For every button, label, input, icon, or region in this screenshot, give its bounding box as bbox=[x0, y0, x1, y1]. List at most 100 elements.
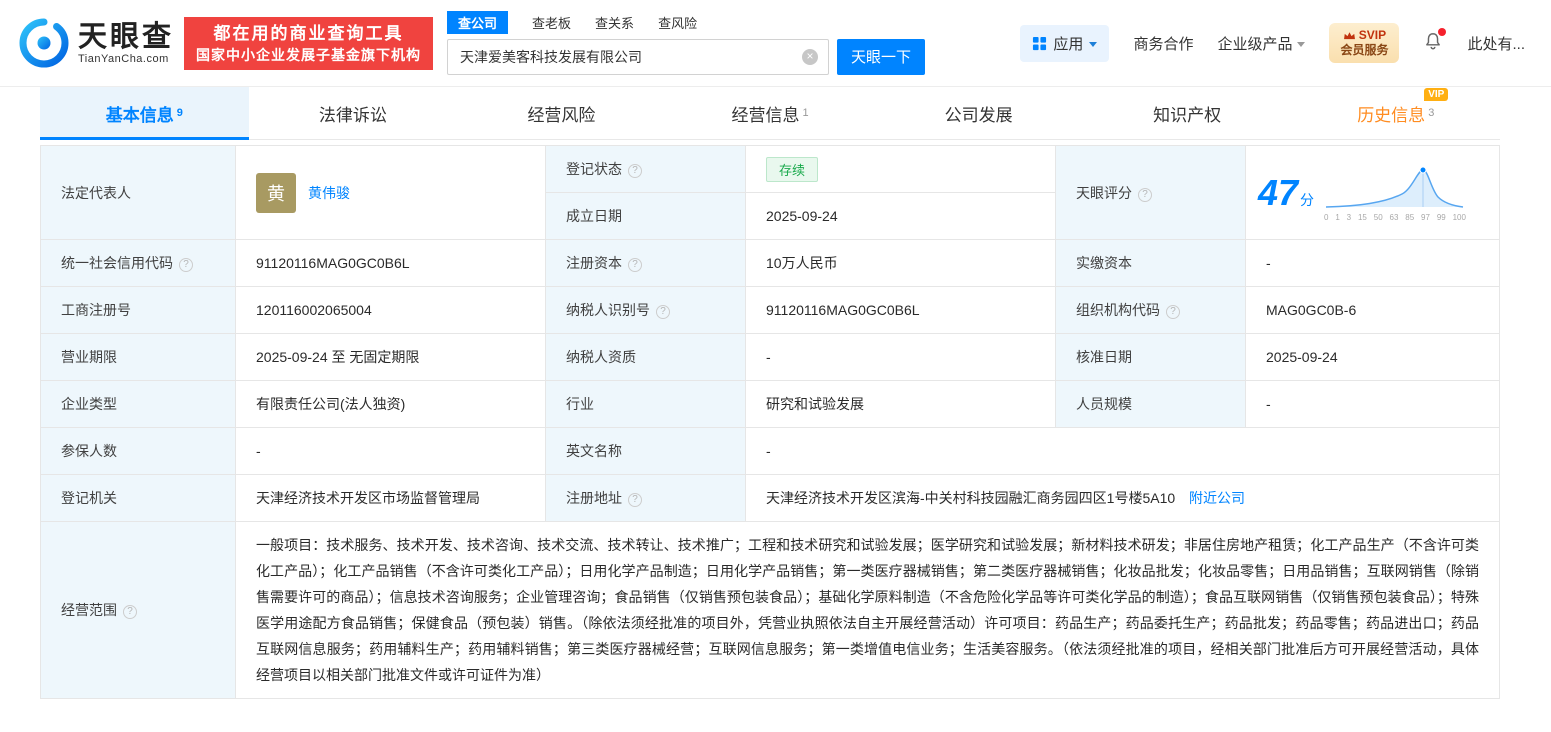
search-row: × 天眼一下 bbox=[447, 38, 926, 75]
user-menu[interactable]: 此处有... bbox=[1467, 33, 1525, 54]
business-cooperation-link[interactable]: 商务合作 bbox=[1133, 33, 1193, 54]
help-icon[interactable] bbox=[628, 258, 642, 272]
field-label: 参保人数 bbox=[61, 443, 117, 459]
field-label: 核准日期 bbox=[1076, 349, 1132, 365]
score-axis-tick: 50 bbox=[1373, 213, 1383, 222]
tab-company-development[interactable]: 公司发展 bbox=[874, 87, 1083, 139]
legal-rep-avatar[interactable]: 黄 bbox=[256, 172, 296, 213]
score-value: 47 bbox=[1258, 171, 1299, 213]
field-label: 组织机构代码 bbox=[1076, 302, 1160, 318]
value-english-name: - bbox=[745, 427, 1500, 475]
field-label: 营业期限 bbox=[61, 349, 117, 365]
apps-menu-label: 应用 bbox=[1053, 35, 1084, 53]
label-insured-count: 参保人数 bbox=[40, 427, 236, 475]
field-label: 法定代表人 bbox=[61, 184, 131, 201]
vip-badge: VIP bbox=[1424, 87, 1449, 101]
field-label: 行业 bbox=[566, 396, 594, 412]
help-icon[interactable] bbox=[1166, 305, 1180, 319]
score-chart: 0 1 3 15 50 63 85 97 99 100 bbox=[1324, 163, 1466, 222]
help-icon[interactable] bbox=[628, 164, 642, 178]
field-label: 纳税人资质 bbox=[566, 349, 636, 365]
help-icon[interactable] bbox=[628, 493, 642, 507]
tab-legal-proceedings[interactable]: 法律诉讼 bbox=[249, 87, 458, 139]
score-number: 47 分 bbox=[1258, 172, 1314, 214]
top-header: 天眼查 TianYanCha.com 都在用的商业查询工具 国家中小企业发展子基… bbox=[0, 0, 1551, 87]
enterprise-products-menu[interactable]: 企业级产品 bbox=[1217, 33, 1306, 54]
score-axis: 0 1 3 15 50 63 85 97 99 100 bbox=[1324, 213, 1466, 222]
notification-bell-icon[interactable] bbox=[1423, 27, 1447, 56]
label-industry: 行业 bbox=[545, 380, 746, 428]
basic-info-section: 法定代表人 黄 黄伟骏 登记状态 存续 天眼评分 47分 bbox=[0, 145, 1551, 699]
value-paid-capital: - bbox=[1245, 239, 1500, 287]
tab-basic-info[interactable]: 基本信息 9 bbox=[40, 87, 249, 140]
label-reg-capital: 注册资本 bbox=[545, 239, 746, 287]
value-legal-rep: 黄 黄伟骏 bbox=[235, 145, 546, 240]
search-box: × bbox=[447, 38, 830, 75]
search-tab-boss[interactable]: 查老板 bbox=[532, 13, 571, 32]
tab-operating-info[interactable]: 经营信息 1 bbox=[666, 87, 875, 139]
business-scope-text: 一般项目：技术服务、技术开发、技术咨询、技术交流、技术转让、技术推广；工程和技术… bbox=[256, 537, 1479, 683]
tab-count: 1 bbox=[802, 106, 809, 119]
field-label: 企业类型 bbox=[61, 396, 117, 412]
value-industry: 研究和试验发展 bbox=[745, 380, 1056, 428]
label-english-name: 英文名称 bbox=[545, 427, 746, 475]
chevron-down-icon bbox=[1297, 41, 1306, 47]
field-label: 注册资本 bbox=[566, 255, 622, 271]
value-approval-date: 2025-09-24 bbox=[1245, 333, 1500, 381]
search-input[interactable] bbox=[448, 48, 803, 65]
score-axis-tick: 63 bbox=[1389, 213, 1399, 222]
clear-icon[interactable]: × bbox=[802, 48, 819, 65]
score-axis-tick: 1 bbox=[1335, 213, 1340, 222]
field-label: 登记状态 bbox=[566, 161, 622, 177]
tianyancha-logo[interactable]: 天眼查 TianYanCha.com bbox=[18, 17, 174, 69]
label-org-code: 组织机构代码 bbox=[1055, 286, 1246, 334]
value-business-term: 2025-09-24 至 无固定期限 bbox=[235, 333, 546, 381]
score-axis-tick: 85 bbox=[1405, 213, 1415, 222]
tab-history-info[interactable]: 历史信息 3 VIP bbox=[1291, 87, 1500, 139]
search-area: 查公司 查老板 查关系 查风险 × 天眼一下 bbox=[447, 11, 926, 75]
nearby-companies-link[interactable]: 附近公司 bbox=[1189, 490, 1245, 506]
field-label: 纳税人识别号 bbox=[566, 302, 650, 318]
svip-sublabel: 会员服务 bbox=[1340, 43, 1389, 57]
apps-grid-icon bbox=[1033, 36, 1047, 50]
label-business-scope: 经营范围 bbox=[40, 521, 236, 699]
help-icon[interactable] bbox=[1138, 187, 1152, 202]
search-button[interactable]: 天眼一下 bbox=[837, 38, 926, 75]
svip-membership-badge[interactable]: SVIP 会员服务 bbox=[1329, 23, 1400, 63]
search-tabs: 查公司 查老板 查关系 查风险 bbox=[447, 11, 925, 34]
address-text: 天津经济技术开发区滨海-中关村科技园融汇商务园四区1号楼5A10 bbox=[766, 490, 1176, 506]
value-taxpayer-quality: - bbox=[745, 333, 1056, 381]
field-label: 统一社会信用代码 bbox=[61, 255, 173, 271]
tab-label: 知识产权 bbox=[1153, 105, 1222, 125]
tab-intellectual-property[interactable]: 知识产权 bbox=[1083, 87, 1292, 139]
field-label: 登记机关 bbox=[61, 490, 117, 506]
score-curve bbox=[1326, 166, 1464, 208]
apps-menu[interactable]: 应用 bbox=[1020, 24, 1110, 62]
value-credit-code: 91120116MAG0GC0B6L bbox=[235, 239, 546, 287]
score-axis-tick: 3 bbox=[1346, 213, 1352, 222]
legal-rep-name-link[interactable]: 黄伟骏 bbox=[308, 183, 350, 203]
label-approval-date: 核准日期 bbox=[1055, 333, 1246, 381]
value-establish-date: 2025-09-24 bbox=[745, 192, 1056, 240]
label-establish-date: 成立日期 bbox=[545, 192, 746, 240]
help-icon[interactable] bbox=[123, 605, 137, 619]
tab-label: 法律诉讼 bbox=[318, 105, 387, 125]
value-reg-authority: 天津经济技术开发区市场监督管理局 bbox=[235, 474, 546, 522]
value-score[interactable]: 47 分 0 1 3 15 50 63 85 97 99 100 bbox=[1245, 145, 1500, 240]
help-icon[interactable] bbox=[656, 305, 670, 319]
search-tab-risk[interactable]: 查风险 bbox=[658, 13, 697, 32]
search-tab-company[interactable]: 查公司 bbox=[447, 11, 509, 34]
label-taxpayer-quality: 纳税人资质 bbox=[545, 333, 746, 381]
field-label: 人员规模 bbox=[1076, 396, 1132, 412]
tab-count: 9 bbox=[176, 106, 183, 119]
search-tab-relation[interactable]: 查关系 bbox=[595, 13, 634, 32]
promo-banner: 都在用的商业查询工具 国家中小企业发展子基金旗下机构 bbox=[184, 16, 434, 70]
label-credit-code: 统一社会信用代码 bbox=[40, 239, 236, 287]
tab-count: 3 bbox=[1428, 106, 1435, 119]
tianyancha-logo-icon bbox=[19, 18, 69, 68]
tab-operating-risk[interactable]: 经营风险 bbox=[457, 87, 666, 139]
help-icon[interactable] bbox=[179, 258, 193, 272]
enterprise-products-label: 企业级产品 bbox=[1217, 35, 1293, 53]
value-company-type: 有限责任公司(法人独资) bbox=[235, 380, 546, 428]
header-right: 应用 商务合作 企业级产品 SVIP 会员服务 此处有... bbox=[1020, 23, 1551, 63]
